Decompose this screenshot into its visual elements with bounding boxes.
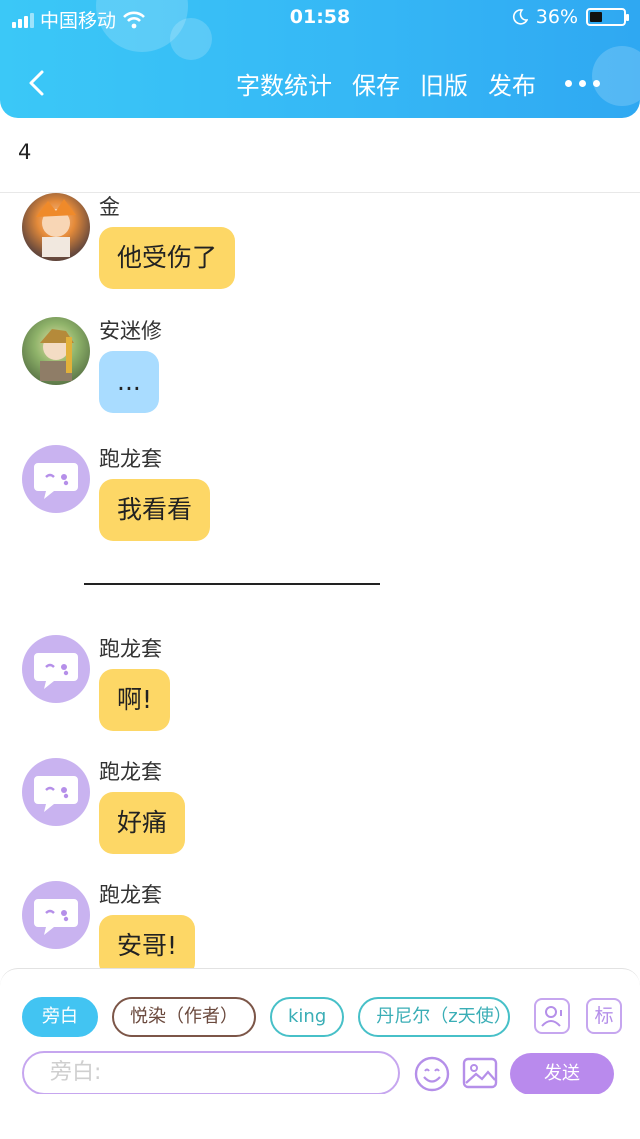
sender-name: 安迷修 — [99, 319, 162, 343]
avatar[interactable] — [22, 317, 90, 385]
scene-separator — [84, 583, 380, 585]
message-bubble[interactable]: 啊! — [99, 669, 171, 731]
chat-face-icon — [34, 463, 78, 499]
message-input[interactable]: 旁白: — [22, 1051, 400, 1095]
chapter-number: 4 — [18, 140, 32, 164]
sender-name: 跑龙套 — [99, 447, 162, 471]
chat-face-icon — [34, 899, 78, 935]
composer-panel: 旁白 悦染（作者） king 丹尼尔（z天使） 标 旁白: 发送 — [0, 968, 640, 1095]
word-count-button[interactable]: 字数统计 — [236, 66, 332, 101]
save-button[interactable]: 保存 — [352, 66, 400, 101]
avatar[interactable] — [22, 758, 90, 826]
chat-face-icon — [34, 776, 78, 812]
avatar[interactable] — [22, 193, 90, 261]
message-bubble[interactable]: 好痛 — [99, 792, 186, 854]
image-icon[interactable] — [462, 1055, 498, 1091]
divider — [0, 192, 640, 193]
header: 中国移动 01:58 36% 字数统计 保存 旧版 发布 — [0, 0, 640, 118]
role-chip-narration[interactable]: 旁白 — [22, 997, 98, 1037]
avatar[interactable] — [22, 881, 90, 949]
send-button[interactable]: 发送 — [510, 1053, 614, 1095]
status-bar: 中国移动 01:58 36% — [0, 6, 640, 32]
avatar[interactable] — [22, 445, 90, 513]
role-chip-author[interactable]: 悦染（作者） — [112, 997, 256, 1037]
message-bubble[interactable]: 我看看 — [99, 479, 211, 541]
sender-name: 跑龙套 — [99, 883, 162, 907]
role-chip-daniel[interactable]: 丹尼尔（z天使） — [358, 997, 511, 1037]
role-manage-icon[interactable] — [534, 998, 570, 1034]
chat-face-icon — [34, 653, 78, 689]
emoji-icon[interactable] — [413, 1055, 451, 1093]
role-chip-king[interactable]: king — [270, 997, 345, 1037]
avatar[interactable] — [22, 635, 90, 703]
sender-name: 跑龙套 — [99, 760, 162, 784]
avatar-illustration — [40, 329, 74, 381]
battery-percent: 36% — [535, 6, 578, 28]
old-version-button[interactable]: 旧版 — [420, 66, 468, 101]
sender-name: 金 — [99, 195, 120, 219]
avatar-illustration — [36, 199, 76, 257]
bottom-safe-area — [0, 1094, 640, 1139]
more-icon[interactable] — [565, 80, 600, 87]
role-selector: 旁白 悦染（作者） king 丹尼尔（z天使） — [22, 997, 511, 1037]
battery-icon — [586, 8, 629, 26]
sender-name: 跑龙套 — [99, 637, 162, 661]
moon-icon — [512, 9, 528, 25]
navbar: 字数统计 保存 旧版 发布 — [0, 62, 640, 106]
publish-button[interactable]: 发布 — [488, 66, 536, 101]
back-arrow-icon[interactable] — [24, 68, 54, 98]
message-bubble[interactable]: ... — [99, 351, 159, 413]
tag-button[interactable]: 标 — [586, 998, 622, 1034]
message-bubble[interactable]: 他受伤了 — [99, 227, 236, 289]
